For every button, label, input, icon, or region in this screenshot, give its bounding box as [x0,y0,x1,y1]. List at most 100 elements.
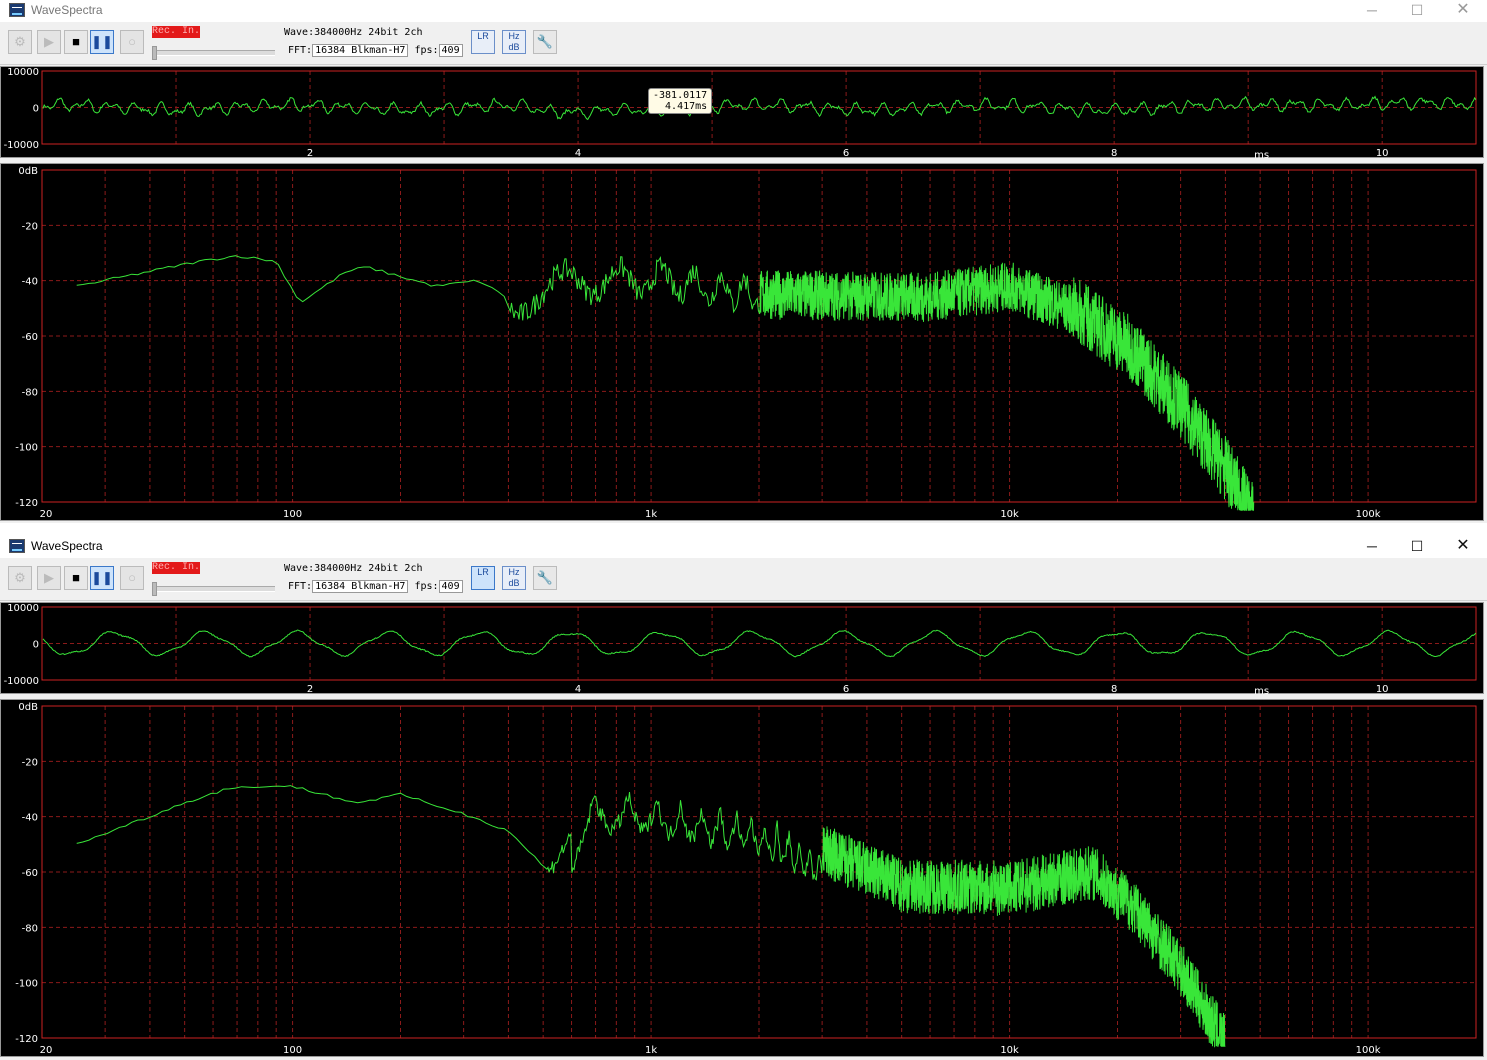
app-icon [9,3,25,17]
y-tick-label: -20 [22,757,38,768]
record-icon[interactable]: ○ [120,566,144,590]
y-tick-label: -40 [22,277,38,288]
x-tick-label: 6 [843,684,849,695]
x-tick-label: 8 [1111,684,1117,695]
wave-info: Wave:384000Hz 24bit 2ch [284,563,422,574]
wrench-icon[interactable]: 🔧 [533,566,557,590]
hz-db-icon[interactable]: Hz dB [502,30,526,54]
x-tick-label: 1k [645,1045,657,1056]
toolbar: ⚙ ▶ ■ ❚❚ ○ Rec. In. Wave:384000Hz 24bit … [0,22,1487,65]
y-tick-label: 0dB [18,702,38,713]
play-icon[interactable]: ▶ [37,566,61,590]
fft-info: FFT: 16384 Blkman-H7 fps: 409 [288,44,463,57]
waveform-scope[interactable]: 10000 0 -10000 2 4 6 8 10 ms -381.0117 4.417ms [0,66,1484,159]
settings-icon[interactable]: ⚙ [8,566,32,590]
wave-info: Wave:384000Hz 24bit 2ch [284,27,422,38]
settings-icon[interactable]: ⚙ [8,30,32,54]
x-tick-label: 10 [1376,684,1389,695]
y-tick-label: -120 [15,1034,38,1045]
slider-thumb[interactable] [152,46,157,60]
spectrum-svg: 0dB -20 -40 -60 -80 -100 -12020 100 1k 10k 100k [15,702,1477,1056]
x-tick-label: 6 [843,148,849,159]
fps-value: 409 [438,44,463,57]
play-icon[interactable]: ▶ [37,30,61,54]
minimize-button[interactable]: ─ [1349,536,1395,558]
x-tick-label: 4 [575,148,581,159]
fft-info: FFT: 16384 Blkman-H7 fps: 409 [288,580,463,593]
x-tick-label: 2 [307,148,313,159]
hz-db-icon[interactable]: Hz dB [502,566,526,590]
stop-icon[interactable]: ■ [64,566,88,590]
hz-label: Hz [508,31,520,41]
x-unit-label: ms [1254,150,1269,159]
maximize-button[interactable]: ☐ [1394,0,1440,22]
y-tick-label: 0dB [18,166,38,177]
fps-label: fps: [414,581,439,592]
x-unit-label: ms [1254,686,1269,695]
x-tick-label: 20 [40,509,53,520]
y-tick-label: -100 [15,443,38,454]
spectrum-plot[interactable]: 0dB -20 -40 -60 -80 -100 -120 20 100 1k 10k 100k [0,163,1484,521]
y-tick-label: -60 [22,332,38,343]
x-tick-label: 100 [283,509,302,520]
x-tick-label: 4 [575,684,581,695]
lr-icon[interactable]: LR [471,30,495,54]
tooltip-value: -381.0117 [653,90,708,101]
y-tick-label: -120 [15,498,38,509]
close-button[interactable]: ✕ [1440,0,1486,22]
y-tick-label: -80 [22,387,38,398]
close-button[interactable]: ✕ [1440,536,1486,558]
rec-in-badge: Rec. In. [152,562,201,574]
input-level-slider[interactable] [152,582,275,596]
fft-value[interactable]: 16384 Blkman-H7 [312,44,409,57]
x-tick-label: 10 [1376,148,1389,159]
wave-label: Wave: [284,27,315,38]
wave-value: 384000Hz 24bit 2ch [314,563,423,574]
pause-icon[interactable]: ❚❚ [90,566,114,590]
waveform-scope[interactable]: 10000 0 -10000 2 4 6 8 10 ms [0,602,1484,695]
app-icon [9,539,25,553]
spectrum-trace [76,255,1255,511]
window-title: WaveSpectra [31,539,103,553]
fps-label: fps: [414,45,439,56]
maximize-button[interactable]: ☐ [1394,536,1440,558]
minimize-button[interactable]: ─ [1349,0,1395,22]
spectrum-plot[interactable]: 0dB -20 -40 -60 -80 -100 -120 20 100 1k 10k 100k [0,699,1484,1057]
y-tick-label: -100 [15,979,38,990]
y-tick-label: -20 [22,221,38,232]
cursor-tooltip: -381.0117 4.417ms [648,88,713,114]
wave-label: Wave: [284,563,315,574]
tooltip-time: 4.417ms [665,101,708,112]
stop-icon[interactable]: ■ [64,30,88,54]
slider-thumb[interactable] [152,582,157,596]
hz-label: Hz [508,567,520,577]
db-label: dB [508,578,520,588]
y-tick-label: 0 [33,104,39,115]
x-tick-label: 1k [645,509,657,520]
y-tick-label: -80 [22,923,38,934]
lr-icon[interactable]: LR [471,566,495,590]
wrench-icon[interactable]: 🔧 [533,30,557,54]
wavespectra-window-2: WaveSpectra ─ ☐ ✕ ⚙ ▶ ■ ❚❚ ○ Rec. In. Wa… [0,536,1487,1060]
fft-value[interactable]: 16384 Blkman-H7 [312,580,409,593]
x-tick-label: 2 [307,684,313,695]
y-tick-label: 10000 [7,603,39,614]
title-bar[interactable]: WaveSpectra ─ ☐ ✕ [0,536,1487,558]
rec-in-badge: Rec. In. [152,26,201,38]
window-title: WaveSpectra [31,3,103,17]
y-tick-label: -60 [22,868,38,879]
pause-icon[interactable]: ❚❚ [90,30,114,54]
record-icon[interactable]: ○ [120,30,144,54]
x-tick-label: 8 [1111,148,1117,159]
spectrum-svg: 0dB -20 -40 -60 -80 -100 -12020 100 1k 10k 100k [15,166,1477,520]
waveform-svg: 10000 0 -10000 2 4 6 8 10 ms [4,67,1477,159]
y-tick-label: 10000 [7,67,39,78]
input-level-slider[interactable] [152,46,275,60]
y-tick-label: -40 [22,813,38,824]
title-bar[interactable]: WaveSpectra ─ ☐ ✕ [0,0,1487,22]
x-tick-label: 10k [1000,1045,1019,1056]
x-tick-label: 20 [40,1045,53,1056]
toolbar: ⚙ ▶ ■ ❚❚ ○ Rec. In. Wave:384000Hz 24bit … [0,558,1487,601]
fps-value: 409 [438,580,463,593]
y-tick-label: -10000 [4,140,39,151]
